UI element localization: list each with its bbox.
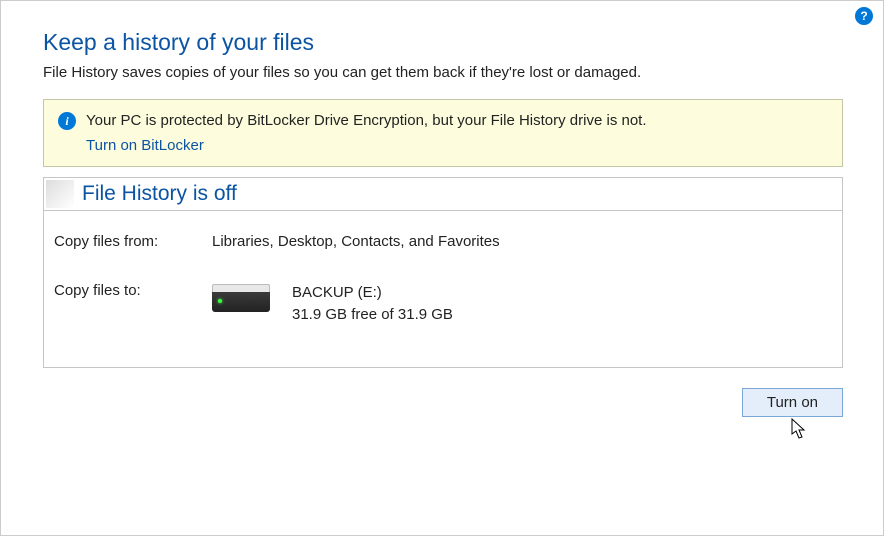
help-icon[interactable]: ? [855, 7, 873, 25]
copy-from-value: Libraries, Desktop, Contacts, and Favori… [212, 233, 500, 250]
file-history-status-panel: File History is off Copy files from: Lib… [43, 177, 843, 368]
page-subtitle: File History saves copies of your files … [43, 64, 843, 81]
status-title: File History is off [82, 182, 237, 206]
page-title: Keep a history of your files [43, 29, 843, 56]
cursor-icon [791, 418, 809, 440]
status-header: File History is off [44, 178, 842, 211]
info-icon: i [58, 112, 76, 130]
turn-on-bitlocker-link[interactable]: Turn on BitLocker [86, 137, 204, 154]
bitlocker-info-banner: i Your PC is protected by BitLocker Driv… [43, 99, 843, 167]
hard-drive-icon [212, 284, 270, 314]
drive-space: 31.9 GB free of 31.9 GB [292, 304, 453, 327]
drive-name: BACKUP (E:) [292, 282, 453, 305]
copy-to-label: Copy files to: [54, 282, 212, 327]
turn-on-button[interactable]: Turn on [742, 388, 843, 417]
copy-from-label: Copy files from: [54, 233, 212, 250]
banner-message: Your PC is protected by BitLocker Drive … [86, 110, 647, 133]
status-icon [46, 180, 74, 208]
